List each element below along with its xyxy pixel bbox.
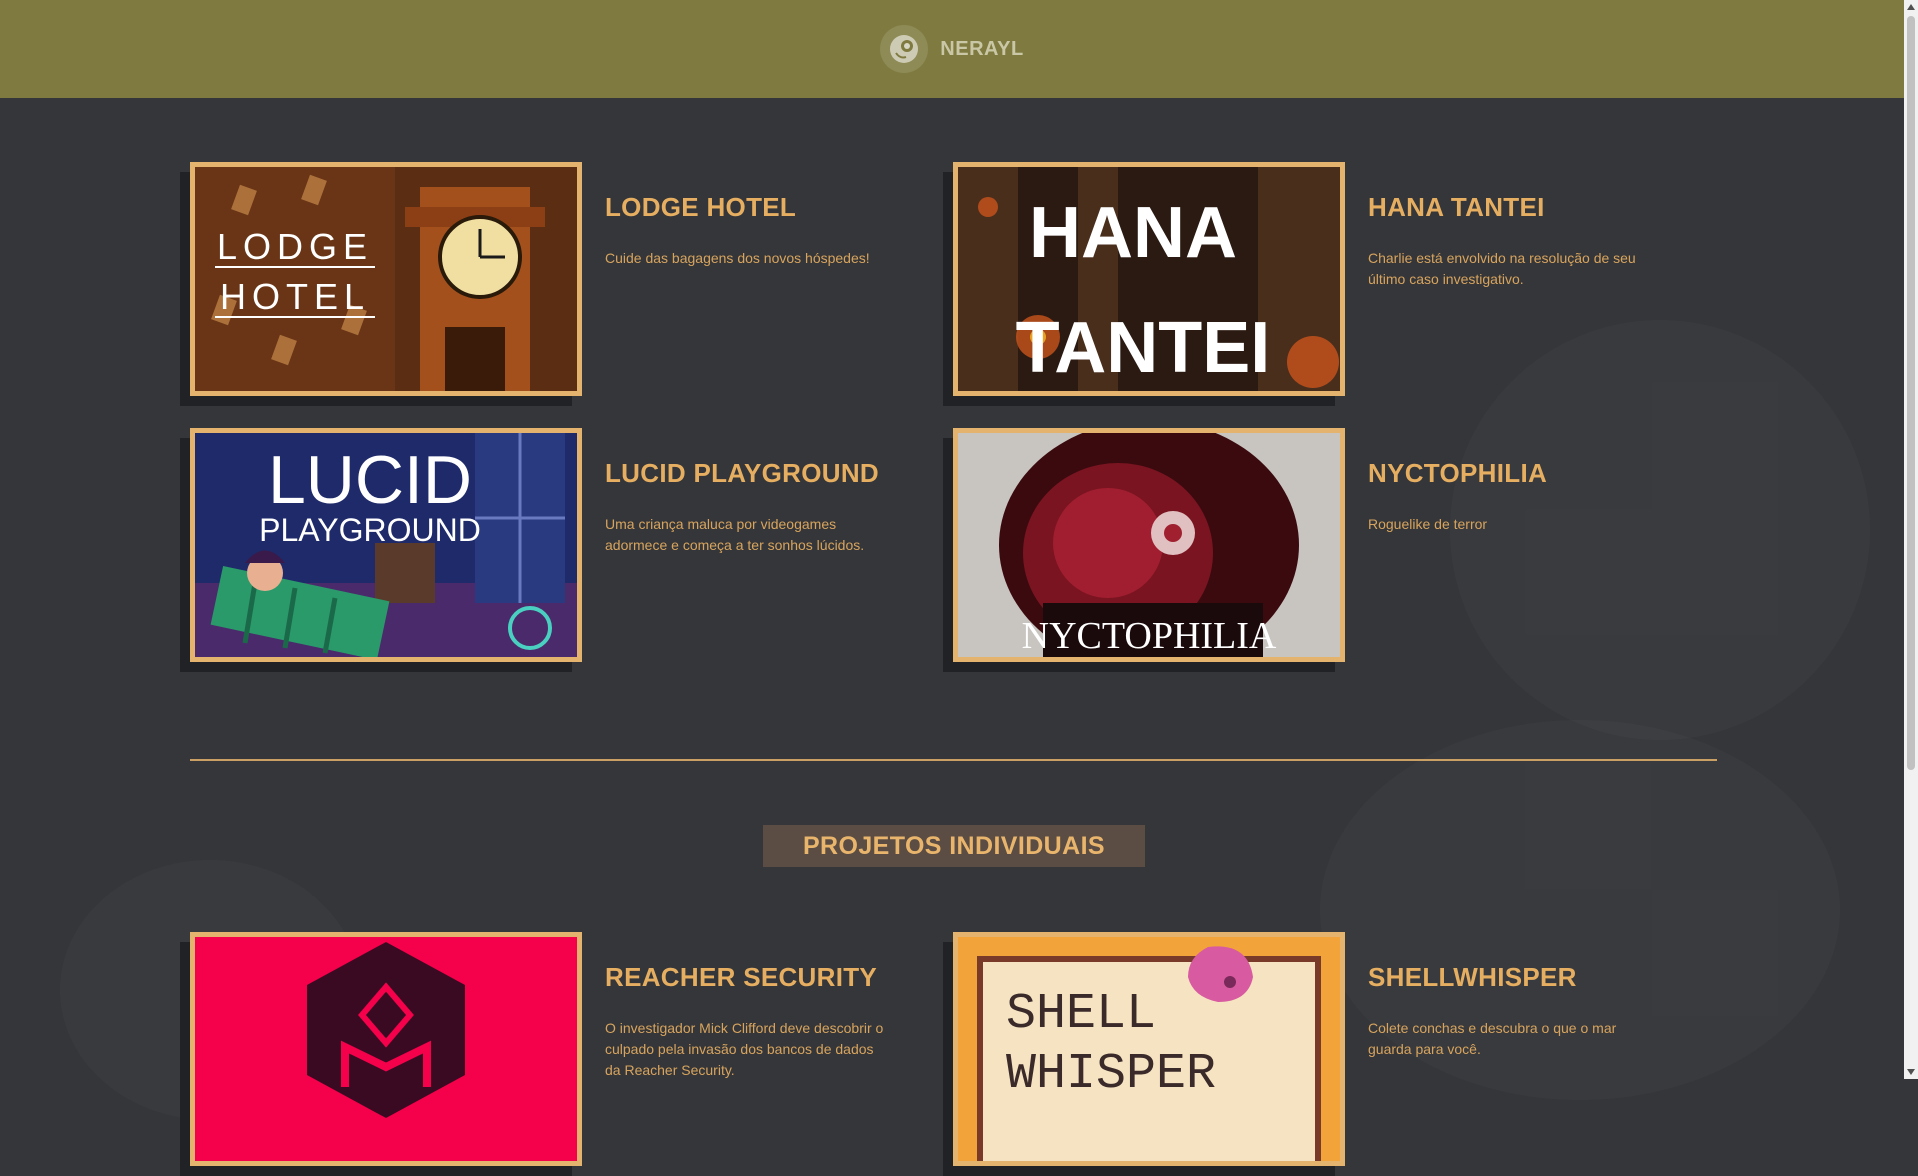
lodge-hotel-thumbnail[interactable]: LODGE HOTEL (190, 162, 582, 396)
art-title-line-1: SHELL (1006, 986, 1156, 1043)
reacher-security-art (195, 937, 577, 1161)
shellwhisper-thumbnail[interactable]: SHELL WHISPER (953, 932, 1345, 1166)
project-thumbnail[interactable]: HANA TANTEI (943, 162, 1345, 406)
section-divider (190, 759, 1717, 761)
project-card: HANA TANTEI HANA TANTEI Charlie está env… (943, 162, 1673, 406)
art-title-line-2: WHISPER (1006, 1046, 1216, 1103)
project-title[interactable]: NYCTOPHILIA (1368, 458, 1547, 489)
project-card: NYCTOPHILIA NYCTOPHILIA Roguelike de ter… (943, 428, 1673, 672)
project-thumbnail[interactable]: NYCTOPHILIA (943, 428, 1345, 672)
project-title[interactable]: REACHER SECURITY (605, 962, 877, 993)
art-title-line-2: HOTEL (220, 276, 370, 317)
lucid-playground-art: LUCID PLAYGROUND (195, 433, 577, 657)
page-scrollbar[interactable] (1904, 0, 1918, 1079)
scroll-up-arrow-icon[interactable] (1907, 4, 1915, 10)
project-description: Colete conchas e descubra o que o mar gu… (1368, 1020, 1617, 1057)
nyctophilia-thumbnail[interactable]: NYCTOPHILIA (953, 428, 1345, 662)
lucid-playground-thumbnail[interactable]: LUCID PLAYGROUND (190, 428, 582, 662)
project-thumbnail[interactable] (180, 932, 582, 1176)
project-description: Roguelike de terror (1368, 516, 1488, 532)
project-thumbnail[interactable]: LUCID PLAYGROUND (180, 428, 582, 672)
project-title[interactable]: HANA TANTEI (1368, 192, 1545, 223)
project-card: SHELL WHISPER SHELLWHISPER Colete concha… (943, 932, 1673, 1176)
project-description: Charlie está envolvido na resolução de s… (1368, 250, 1636, 287)
logo-icon (880, 25, 929, 73)
art-title-line-1: NYCTOPHILIA (1022, 615, 1277, 657)
project-card: LODGE HOTEL LODGE HOTEL Cuide das bagage… (180, 162, 910, 406)
project-title[interactable]: SHELLWHISPER (1368, 962, 1577, 993)
project-title[interactable]: LODGE HOTEL (605, 192, 796, 223)
site-header: NERAYL (0, 0, 1904, 98)
scrollbar-thumb[interactable] (1907, 16, 1915, 770)
project-thumbnail[interactable]: SHELL WHISPER (943, 932, 1345, 1176)
reacher-security-thumbnail[interactable] (190, 932, 582, 1166)
project-description: O investigador Mick Clifford deve descob… (605, 1020, 884, 1078)
art-title-line-1: LODGE (217, 226, 373, 267)
section-heading: PROJETOS INDIVIDUAIS (763, 825, 1145, 867)
hana-tantei-art: HANA TANTEI (958, 167, 1340, 391)
art-title-line-1: LUCID (268, 442, 472, 518)
art-title-line-2: PLAYGROUND (259, 512, 481, 548)
brand-link[interactable]: NERAYL (880, 25, 1023, 73)
art-title-line-1: HANA (1029, 193, 1237, 273)
project-card: LUCID PLAYGROUND LUCID PLAYGROUND Uma cr… (180, 428, 910, 672)
project-card: REACHER SECURITY O investigador Mick Cli… (180, 932, 910, 1176)
project-description: Uma criança maluca por videogames adorme… (605, 516, 865, 553)
project-title[interactable]: LUCID PLAYGROUND (605, 458, 879, 489)
scroll-down-arrow-icon[interactable] (1907, 1069, 1915, 1075)
art-title-line-2: TANTEI (1016, 308, 1271, 388)
project-thumbnail[interactable]: LODGE HOTEL (180, 162, 582, 406)
nyctophilia-art: NYCTOPHILIA (958, 433, 1340, 657)
hana-tantei-thumbnail[interactable]: HANA TANTEI (953, 162, 1345, 396)
brand-name[interactable]: NERAYL (940, 38, 1023, 61)
project-description: Cuide das bagagens dos novos hóspedes! (605, 250, 870, 266)
shellwhisper-art: SHELL WHISPER (958, 937, 1340, 1161)
lodge-hotel-art: LODGE HOTEL (195, 167, 577, 391)
